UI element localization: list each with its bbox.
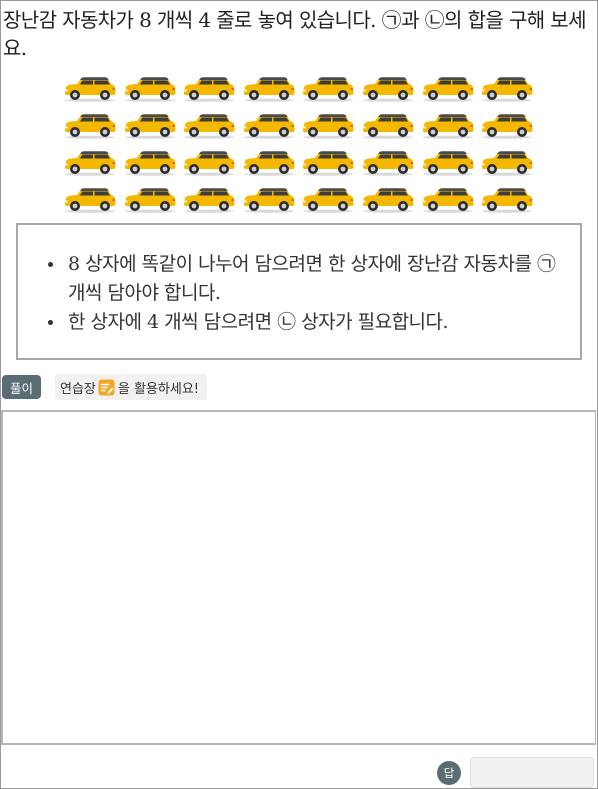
toy-car-icon bbox=[241, 185, 301, 222]
toy-car-icon bbox=[181, 148, 241, 185]
scratchpad-hint[interactable]: 연습장 을 활용하세요! bbox=[55, 374, 207, 400]
toy-car-icon bbox=[300, 148, 360, 185]
toy-car-icon bbox=[360, 74, 420, 111]
toy-car-icon bbox=[241, 111, 301, 148]
toy-car-icon bbox=[122, 148, 182, 185]
toy-car-icon bbox=[360, 111, 420, 148]
toy-car-icon bbox=[62, 185, 122, 222]
toy-car-grid bbox=[62, 74, 542, 222]
solution-badge: 풀이 bbox=[2, 375, 41, 399]
toy-car-icon bbox=[420, 185, 480, 222]
condition-item: 8 상자에 똑같이 나누어 담으려면 한 상자에 장난감 자동차를 ㉠ 개씩 담… bbox=[46, 250, 566, 308]
toy-car-icon bbox=[360, 185, 420, 222]
toy-car-icon bbox=[122, 74, 182, 111]
answer-input[interactable] bbox=[470, 757, 594, 788]
toy-car-icon bbox=[300, 185, 360, 222]
toy-car-icon bbox=[479, 74, 539, 111]
notepad-icon[interactable] bbox=[98, 378, 116, 396]
toy-car-icon bbox=[181, 111, 241, 148]
toy-car-icon bbox=[420, 148, 480, 185]
condition-item: 한 상자에 4 개씩 담으려면 ㉡ 상자가 필요합니다. bbox=[46, 308, 566, 337]
hint-text-after: 을 활용하세요! bbox=[117, 381, 199, 397]
toy-car-icon bbox=[122, 185, 182, 222]
toy-car-icon bbox=[479, 185, 539, 222]
toy-car-icon bbox=[241, 148, 301, 185]
toy-car-icon bbox=[62, 148, 122, 185]
answer-badge: 답 bbox=[437, 761, 461, 785]
toy-car-icon bbox=[300, 111, 360, 148]
toy-car-icon bbox=[479, 148, 539, 185]
toy-car-icon bbox=[62, 74, 122, 111]
toy-car-icon bbox=[122, 111, 182, 148]
condition-box: 8 상자에 똑같이 나누어 담으려면 한 상자에 장난감 자동차를 ㉠ 개씩 담… bbox=[16, 223, 582, 360]
hint-text-before: 연습장 bbox=[60, 381, 96, 397]
toy-car-icon bbox=[479, 111, 539, 148]
toy-car-icon bbox=[181, 74, 241, 111]
toy-car-icon bbox=[420, 74, 480, 111]
solution-work-area[interactable] bbox=[1, 410, 596, 745]
toy-car-icon bbox=[360, 148, 420, 185]
question-text: 장난감 자동차가 8 개씩 4 줄로 놓여 있습니다. ㉠과 ㉡의 합을 구해 … bbox=[3, 8, 587, 60]
toy-car-icon bbox=[181, 185, 241, 222]
toy-car-icon bbox=[300, 74, 360, 111]
condition-list: 8 상자에 똑같이 나누어 담으려면 한 상자에 장난감 자동차를 ㉠ 개씩 담… bbox=[46, 250, 566, 337]
toy-car-icon bbox=[62, 111, 122, 148]
toy-car-icon bbox=[420, 111, 480, 148]
toy-car-icon bbox=[241, 74, 301, 111]
